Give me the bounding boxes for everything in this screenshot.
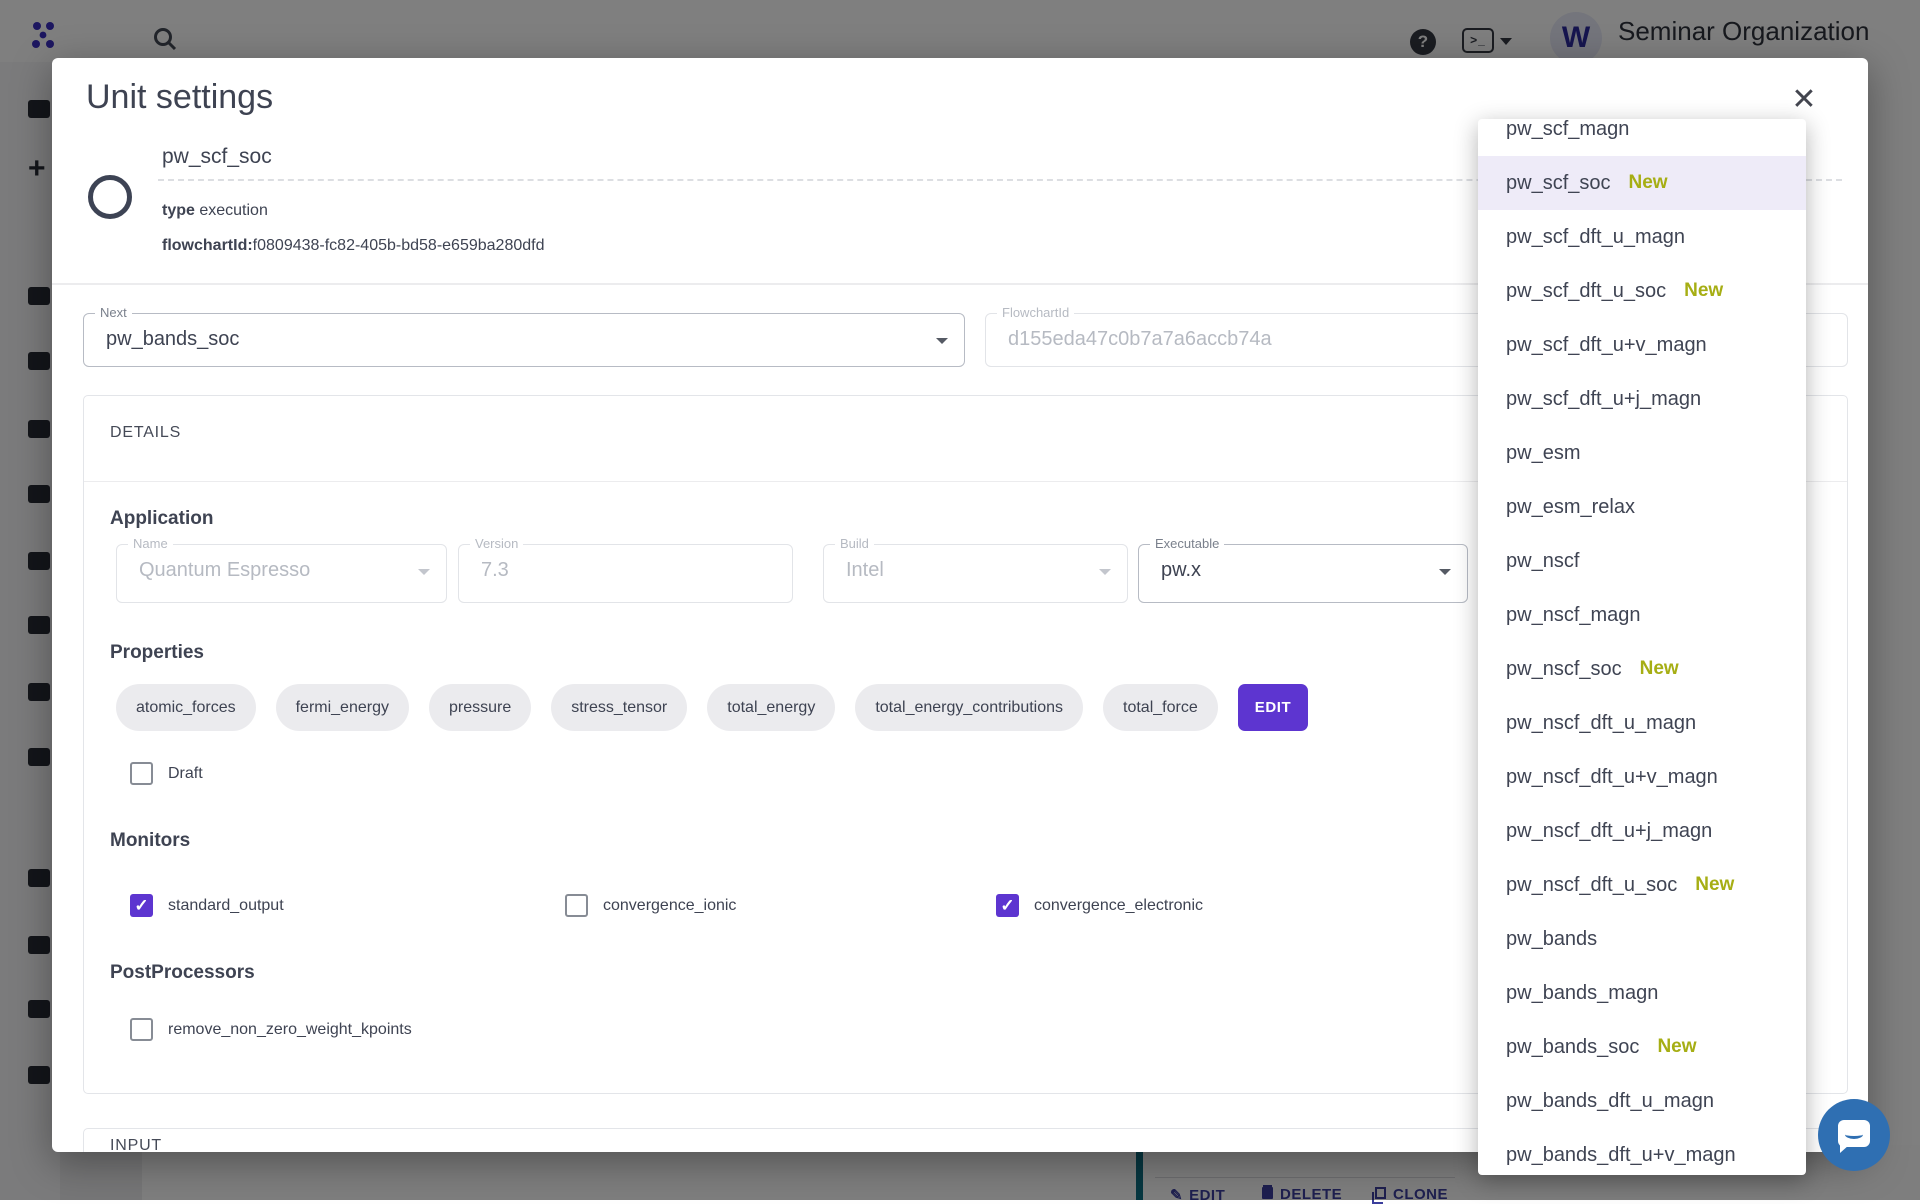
chevron-down-icon xyxy=(418,569,430,575)
modal-title: Unit settings xyxy=(86,78,273,117)
new-badge: New xyxy=(1684,280,1723,302)
dropdown-option[interactable]: pw_scf_magn xyxy=(1478,119,1806,156)
close-icon[interactable]: ✕ xyxy=(1786,82,1822,118)
unit-type-row: type execution xyxy=(162,202,268,220)
new-badge: New xyxy=(1640,658,1679,680)
field-value: 7.3 xyxy=(481,559,509,582)
dropdown-option[interactable]: pw_nscf_dft_u+v_magn xyxy=(1478,750,1806,804)
property-chip[interactable]: atomic_forces xyxy=(116,684,256,731)
field-label: Version xyxy=(470,536,523,551)
draft-checkbox[interactable] xyxy=(130,762,153,785)
dropdown-option[interactable]: pw_nscf_dft_u+j_magn xyxy=(1478,804,1806,858)
field-value: pw.x xyxy=(1161,559,1201,582)
property-chip[interactable]: total_energy_contributions xyxy=(855,684,1083,731)
draft-label: Draft xyxy=(168,765,203,783)
flowchartid-label: FlowchartId xyxy=(997,305,1074,320)
next-select-label: Next xyxy=(95,305,132,320)
dropdown-list: pw_scf_magn pw_scf_socNew pw_scf_dft_u_m… xyxy=(1478,119,1806,1175)
input-header: INPUT xyxy=(110,1137,162,1152)
postprocessor-label: remove_non_zero_weight_kpoints xyxy=(168,1021,412,1039)
application-version-select: Version 7.3 xyxy=(458,544,793,603)
dropdown-option[interactable]: pw_esm_relax xyxy=(1478,480,1806,534)
application-heading: Application xyxy=(110,508,213,530)
dropdown-option[interactable]: pw_bands xyxy=(1478,912,1806,966)
property-chip[interactable]: total_force xyxy=(1103,684,1218,731)
new-badge: New xyxy=(1657,1036,1696,1058)
monitor-row[interactable]: ✓ convergence_electronic xyxy=(996,894,1203,917)
dropdown-option[interactable]: pw_scf_dft_u_socNew xyxy=(1478,264,1806,318)
dropdown-option-selected[interactable]: pw_scf_socNew xyxy=(1478,156,1806,210)
property-chip[interactable]: stress_tensor xyxy=(551,684,687,731)
unit-name[interactable]: pw_scf_soc xyxy=(162,145,272,169)
field-label: Executable xyxy=(1150,536,1224,551)
property-chip[interactable]: pressure xyxy=(429,684,531,731)
dropdown-option[interactable]: pw_bands_dft_u_magn xyxy=(1478,1074,1806,1128)
edit-properties-button[interactable]: EDIT xyxy=(1238,684,1309,731)
application-build-select: Build Intel xyxy=(823,544,1128,603)
field-label: Build xyxy=(835,536,874,551)
dropdown-option[interactable]: pw_nscf_magn xyxy=(1478,588,1806,642)
draft-checkbox-row[interactable]: Draft xyxy=(130,762,203,785)
new-badge: New xyxy=(1629,172,1668,194)
details-header: DETAILS xyxy=(110,424,181,442)
dropdown-option[interactable]: pw_scf_dft_u+v_magn xyxy=(1478,318,1806,372)
application-name-select: Name Quantum Espresso xyxy=(116,544,447,603)
next-unit-dropdown: pw_scf_magn pw_scf_socNew pw_scf_dft_u_m… xyxy=(1478,119,1806,1175)
dropdown-option[interactable]: pw_nscf xyxy=(1478,534,1806,588)
chat-launcher-button[interactable] xyxy=(1818,1099,1890,1171)
monitor-row[interactable]: convergence_ionic xyxy=(565,894,736,917)
monitors-heading: Monitors xyxy=(110,830,190,852)
unit-flowchart-row: flowchartId:f0809438-fc82-405b-bd58-e659… xyxy=(162,237,544,255)
dropdown-option[interactable]: pw_scf_dft_u+j_magn xyxy=(1478,372,1806,426)
dropdown-option[interactable]: pw_bands_magn xyxy=(1478,966,1806,1020)
property-chip[interactable]: fermi_energy xyxy=(276,684,409,731)
properties-heading: Properties xyxy=(110,642,204,664)
field-label: Name xyxy=(128,536,173,551)
next-select-value: pw_bands_soc xyxy=(106,328,239,351)
dropdown-option[interactable]: pw_bands_dft_u+v_magn xyxy=(1478,1128,1806,1175)
next-select[interactable]: Next pw_bands_soc xyxy=(83,313,965,367)
field-value: Quantum Espresso xyxy=(139,559,310,582)
postprocessor-row[interactable]: remove_non_zero_weight_kpoints xyxy=(130,1018,412,1041)
dropdown-option[interactable]: pw_esm xyxy=(1478,426,1806,480)
dropdown-option[interactable]: pw_nscf_socNew xyxy=(1478,642,1806,696)
new-badge: New xyxy=(1695,874,1734,896)
dropdown-option[interactable]: pw_scf_dft_u_magn xyxy=(1478,210,1806,264)
standard-output-checkbox[interactable]: ✓ xyxy=(130,894,153,917)
dropdown-option[interactable]: pw_nscf_dft_u_socNew xyxy=(1478,858,1806,912)
dropdown-option[interactable]: pw_nscf_dft_u_magn xyxy=(1478,696,1806,750)
convergence-ionic-checkbox[interactable] xyxy=(565,894,588,917)
chevron-down-icon[interactable] xyxy=(936,338,948,344)
convergence-electronic-checkbox[interactable]: ✓ xyxy=(996,894,1019,917)
field-value: Intel xyxy=(846,559,884,582)
monitor-label: convergence_ionic xyxy=(603,897,736,915)
unit-type-icon xyxy=(88,175,132,219)
property-chip[interactable]: total_energy xyxy=(707,684,835,731)
remove-kpoints-checkbox[interactable] xyxy=(130,1018,153,1041)
chevron-down-icon[interactable] xyxy=(1439,569,1451,575)
chevron-down-icon xyxy=(1099,569,1111,575)
postprocessors-heading: PostProcessors xyxy=(110,962,255,984)
monitor-label: convergence_electronic xyxy=(1034,897,1203,915)
properties-chips: atomic_forces fermi_energy pressure stre… xyxy=(116,684,1308,731)
flowchartid-value: d155eda47c0b7a7a6accb74a xyxy=(1008,328,1272,351)
chat-bubble-icon xyxy=(1838,1120,1870,1147)
monitor-row[interactable]: ✓ standard_output xyxy=(130,894,284,917)
dropdown-option[interactable]: pw_bands_socNew xyxy=(1478,1020,1806,1074)
application-executable-select[interactable]: Executable pw.x xyxy=(1138,544,1468,603)
monitor-label: standard_output xyxy=(168,897,284,915)
